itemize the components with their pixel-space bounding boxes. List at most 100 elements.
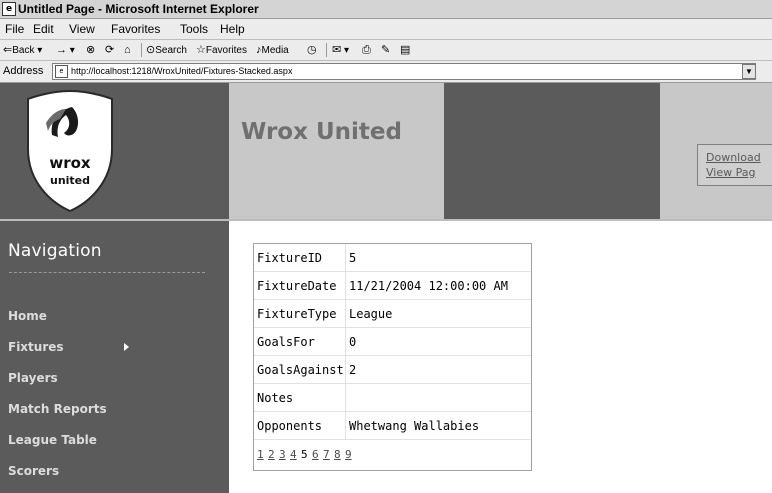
field-label: FixtureID	[257, 251, 323, 265]
field-label: Notes	[257, 391, 294, 405]
address-input[interactable]: e http://localhost:1218/WroxUnited/Fixtur…	[52, 63, 756, 80]
nav-item-league-table[interactable]: League Table	[8, 433, 97, 447]
menu-view[interactable]: View	[66, 19, 98, 39]
mail-icon: ✉	[332, 44, 342, 56]
main-content: FixtureID 5 FixtureDate 11/21/2004 12:00…	[229, 221, 772, 493]
address-bar: Address e http://localhost:1218/WroxUnite…	[0, 61, 772, 83]
discuss-button[interactable]: ▤	[400, 40, 410, 61]
forward-button[interactable]: → ▾	[56, 40, 75, 61]
pager-link-1[interactable]: 1	[257, 448, 264, 461]
pager-link-8[interactable]: 8	[334, 448, 341, 461]
nav-item-fixtures[interactable]: Fixtures	[8, 340, 64, 354]
favorites-icon: ☆	[196, 44, 206, 56]
details-row: GoalsFor 0	[254, 328, 531, 356]
menu-favorites[interactable]: Favorites	[108, 19, 163, 39]
pager-link-9[interactable]: 9	[345, 448, 352, 461]
pager-current-page: 5	[301, 448, 308, 461]
address-dropdown-button[interactable]: ▼	[742, 64, 756, 79]
menu-tools[interactable]: Tools	[177, 19, 211, 39]
history-button[interactable]: ◷	[307, 40, 317, 61]
cell-divider	[345, 356, 346, 383]
view-page-link[interactable]: View Pag	[698, 165, 772, 180]
download-link[interactable]: Download	[698, 150, 772, 165]
site-title: Wrox United	[241, 119, 402, 145]
refresh-icon: ⟳	[105, 44, 115, 56]
field-value: Whetwang Wallabies	[349, 419, 480, 433]
print-button[interactable]: ⎙	[362, 40, 371, 61]
ie-app-icon: e	[2, 2, 16, 16]
address-url: http://localhost:1218/WroxUnited/Fixture…	[71, 66, 293, 76]
search-button[interactable]: ⊙Search	[146, 40, 187, 61]
media-button[interactable]: ♪Media	[256, 40, 289, 61]
favorites-button[interactable]: ☆Favorites	[196, 40, 247, 61]
logo-text-united: united	[50, 174, 90, 187]
address-label: Address	[3, 65, 44, 77]
pager-link-3[interactable]: 3	[279, 448, 286, 461]
edit-button[interactable]: ✎	[381, 40, 390, 61]
field-value: 5	[349, 251, 357, 265]
site-header: wrox united Wrox United Download View Pa…	[0, 83, 772, 219]
navigation-divider	[9, 272, 205, 273]
search-icon: ⊙	[146, 44, 156, 56]
nav-item-scorers[interactable]: Scorers	[8, 464, 59, 478]
details-row: FixtureDate 11/21/2004 12:00:00 AM	[254, 272, 531, 300]
download-box: Download View Pag	[697, 144, 772, 186]
logo-text-wrox: wrox	[49, 154, 91, 172]
fixture-details-view: FixtureID 5 FixtureDate 11/21/2004 12:00…	[253, 243, 532, 471]
cell-divider	[345, 384, 346, 411]
nav-item-players[interactable]: Players	[8, 371, 58, 385]
pager-link-2[interactable]: 2	[268, 448, 275, 461]
site-title-cell: Wrox United	[229, 83, 444, 219]
window-title-bar: e Untitled Page - Microsoft Internet Exp…	[0, 0, 772, 19]
page-icon: e	[55, 65, 68, 78]
discuss-icon: ▤	[400, 44, 411, 56]
menu-bar: File Edit View Favorites Tools Help	[0, 19, 772, 40]
field-value: 2	[349, 363, 357, 377]
print-icon: ⎙	[362, 44, 371, 56]
back-label: Back	[12, 45, 35, 56]
cell-divider	[345, 300, 346, 327]
media-label: Media	[261, 45, 289, 56]
field-label: FixtureDate	[257, 279, 337, 293]
navigation-sidebar: Navigation Home Fixtures Players Match R…	[0, 221, 229, 493]
submenu-arrow-icon[interactable]	[124, 343, 129, 351]
pager-link-4[interactable]: 4	[290, 448, 297, 461]
field-value: League	[349, 307, 393, 321]
window-title: Untitled Page - Microsoft Internet Explo…	[18, 2, 259, 16]
header-dark-cell	[444, 83, 660, 219]
toolbar-separator	[141, 43, 142, 57]
field-value: 11/21/2004 12:00:00 AM	[349, 279, 508, 293]
details-row: FixtureID 5	[254, 244, 531, 272]
stop-icon: ⊗	[86, 44, 96, 56]
search-label: Search	[155, 45, 187, 56]
stop-button[interactable]: ⊗	[86, 40, 95, 61]
header-right-cell: Download View Pag	[660, 83, 772, 219]
menu-edit[interactable]: Edit	[30, 19, 57, 39]
logo-cell: wrox united	[0, 83, 229, 219]
home-icon: ⌂	[124, 44, 131, 56]
menu-help[interactable]: Help	[217, 19, 248, 39]
refresh-button[interactable]: ⟳	[105, 40, 114, 61]
nav-item-match-reports[interactable]: Match Reports	[8, 402, 107, 416]
browser-toolbar: ⇐Back ▾ → ▾ ⊗ ⟳ ⌂ ⊙Search ☆Favorites ♪Me…	[0, 40, 772, 61]
favorites-label: Favorites	[205, 45, 247, 56]
pager-link-6[interactable]: 6	[312, 448, 319, 461]
cell-divider	[345, 244, 346, 271]
navigation-heading: Navigation	[8, 241, 102, 261]
details-row: FixtureType League	[254, 300, 531, 328]
cell-divider	[345, 412, 346, 439]
back-button[interactable]: ⇐Back ▾	[3, 40, 42, 61]
mail-button[interactable]: ✉ ▾	[332, 40, 349, 61]
toolbar-separator	[326, 43, 327, 57]
cell-divider	[345, 328, 346, 355]
details-row: Notes	[254, 384, 531, 412]
home-button[interactable]: ⌂	[124, 40, 131, 61]
menu-file[interactable]: File	[2, 19, 27, 39]
edit-icon: ✎	[381, 44, 391, 56]
field-label: Opponents	[257, 419, 323, 433]
details-row: Opponents Whetwang Wallabies	[254, 412, 531, 440]
forward-arrow-icon: →	[56, 44, 67, 56]
nav-item-home[interactable]: Home	[8, 309, 47, 323]
pager-link-7[interactable]: 7	[323, 448, 330, 461]
wrox-united-logo[interactable]: wrox united	[0, 83, 229, 219]
